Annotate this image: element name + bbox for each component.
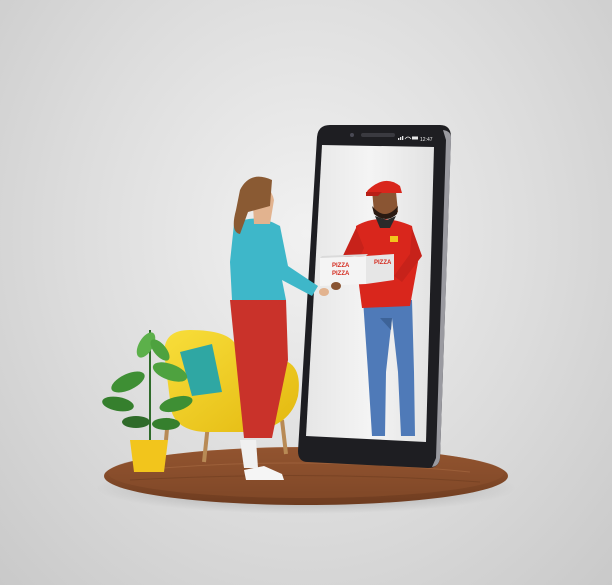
pizza-boxes: PIZZA PIZZA PIZZA	[320, 254, 394, 286]
pizza-box-label-2: PIZZA	[332, 271, 350, 277]
pizza-box-label-1: PIZZA	[332, 263, 350, 269]
pizza-box-label-3: PIZZA	[374, 260, 392, 266]
illustration-scene: 12:47 PIZZA PIZZA PIZZA	[0, 0, 612, 585]
status-bar-time: 12:47	[420, 137, 433, 143]
battery-icon	[412, 136, 418, 140]
camera-icon	[350, 133, 354, 137]
scene-svg: 12:47 PIZZA PIZZA PIZZA	[96, 125, 516, 514]
